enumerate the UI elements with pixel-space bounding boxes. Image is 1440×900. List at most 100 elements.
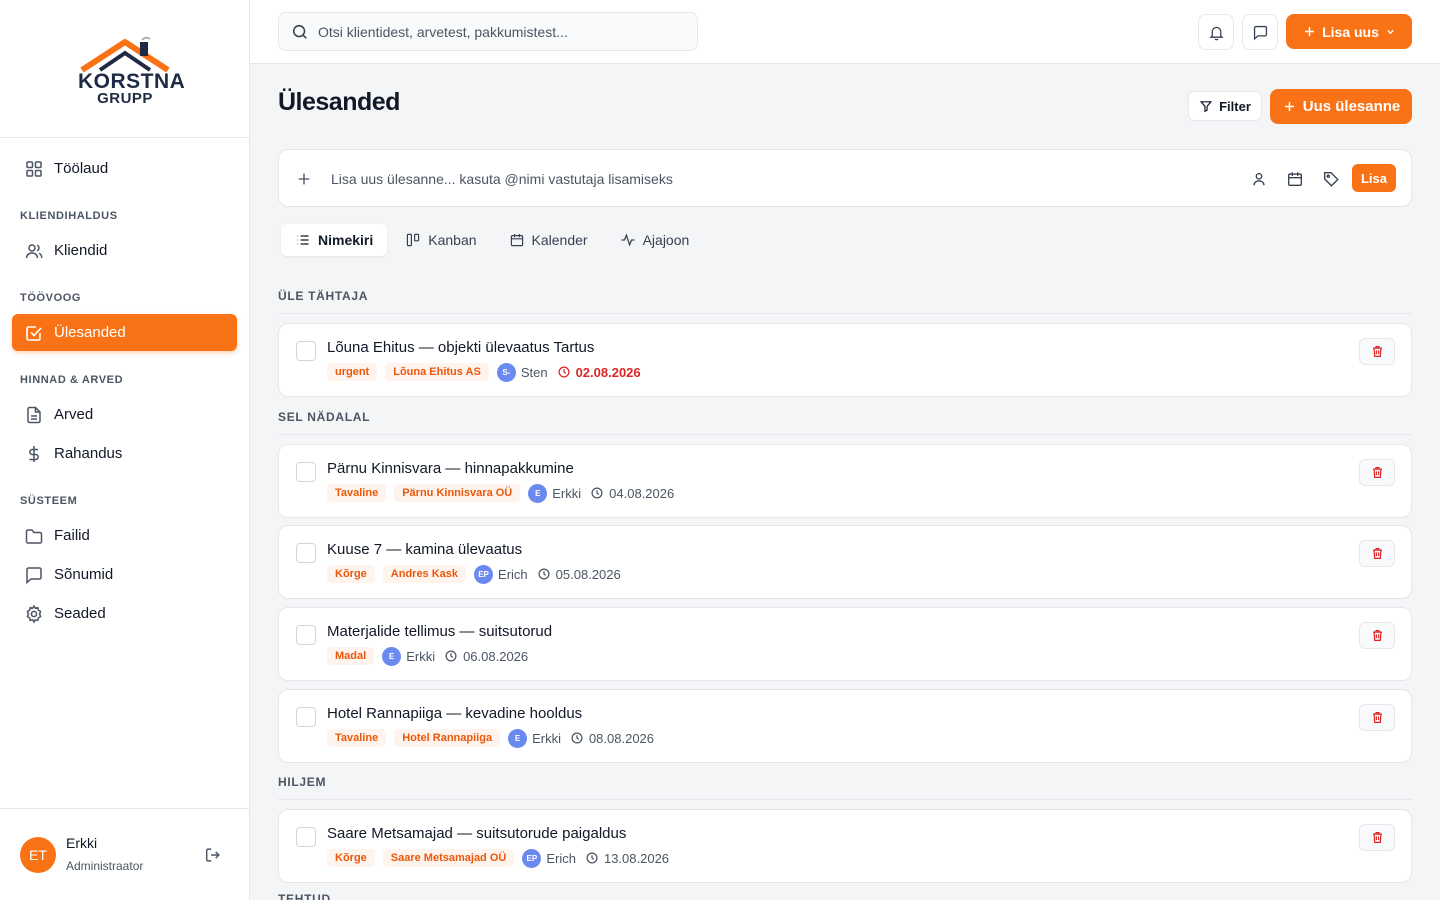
sidebar-item-sonumid[interactable]: Sõnumid bbox=[12, 556, 237, 593]
assignee-name: Erkki bbox=[552, 485, 582, 501]
logo-area: KORSTNA GRUPP bbox=[0, 0, 249, 138]
client-tag[interactable]: Saare Metsamajad OÜ bbox=[382, 849, 515, 867]
sidebar-item-label: Sõnumid bbox=[54, 566, 114, 583]
group-header-done: TEHTUD bbox=[278, 892, 331, 900]
filter-icon bbox=[1199, 101, 1213, 113]
sidebar-item-ulesanded[interactable]: Ülesanded bbox=[12, 314, 237, 351]
task-checkbox[interactable] bbox=[296, 707, 316, 727]
page-title: Ülesanded bbox=[278, 88, 400, 116]
sidebar-item-kliendid[interactable]: Kliendid bbox=[12, 232, 237, 269]
client-tag[interactable]: Lõuna Ehitus AS bbox=[385, 363, 489, 381]
task-card[interactable]: Kuuse 7 — kamina ülevaatus Kõrge Andres … bbox=[278, 525, 1412, 599]
priority-tag: urgent bbox=[327, 363, 378, 381]
task-checkbox[interactable] bbox=[296, 341, 316, 361]
bell-icon bbox=[1208, 26, 1224, 40]
filter-label: Filter bbox=[1219, 98, 1251, 114]
logout-icon[interactable] bbox=[204, 846, 222, 864]
task-checkbox[interactable] bbox=[296, 625, 316, 645]
task-checkbox[interactable] bbox=[296, 462, 316, 482]
priority-tag: Kõrge bbox=[327, 849, 375, 867]
sidebar-item-toolaud[interactable]: Töölaud bbox=[12, 150, 237, 187]
sidebar-item-label: Töölaud bbox=[54, 160, 109, 177]
task-checkbox[interactable] bbox=[296, 543, 316, 563]
tag-icon[interactable] bbox=[1322, 170, 1340, 188]
task-meta: Tavaline Hotel Rannapiiga E Erkki 08.08.… bbox=[327, 728, 654, 748]
group-header-overdue: ÜLE TÄHTAJA bbox=[278, 289, 1412, 314]
search-box[interactable] bbox=[278, 12, 698, 51]
task-meta: Madal E Erkki 06.08.2026 bbox=[327, 646, 528, 666]
task-card[interactable]: Saare Metsamajad — suitsutorude paigaldu… bbox=[278, 809, 1412, 883]
assignee-name: Sten bbox=[520, 364, 548, 380]
search-input[interactable] bbox=[318, 23, 678, 40]
assignee-avatar: S- bbox=[496, 362, 516, 382]
delete-task-button[interactable] bbox=[1359, 824, 1395, 851]
trash-icon bbox=[1372, 346, 1382, 357]
sidebar-item-seaded[interactable]: Seaded bbox=[12, 595, 237, 632]
task-title[interactable]: Saare Metsamajad — suitsutorude paigaldu… bbox=[327, 825, 626, 842]
task-card[interactable]: Lõuna Ehitus — objekti ülevaatus Tartus … bbox=[278, 323, 1412, 397]
clock-icon bbox=[586, 852, 598, 864]
tab-label: Kanban bbox=[428, 232, 477, 248]
sidebar: KORSTNA GRUPP Töölaud KLIENDIHALDUS Klie… bbox=[0, 0, 250, 900]
sidebar-item-label: Failid bbox=[54, 527, 90, 544]
sidebar-item-arved[interactable]: Arved bbox=[12, 396, 237, 433]
avatar[interactable]: ET bbox=[20, 837, 56, 873]
chat-icon bbox=[1253, 25, 1267, 40]
sidebar-item-failid[interactable]: Failid bbox=[12, 517, 237, 554]
quick-add-submit[interactable]: Lisa bbox=[1352, 164, 1396, 192]
assignee-avatar: EP bbox=[522, 848, 542, 868]
kanban-icon bbox=[407, 233, 420, 247]
trash-icon bbox=[1372, 467, 1382, 478]
person-icon[interactable] bbox=[1250, 170, 1268, 188]
assignee-name: Erkki bbox=[406, 648, 436, 664]
delete-task-button[interactable] bbox=[1359, 459, 1395, 486]
task-title[interactable]: Hotel Rannapiiga — kevadine hooldus bbox=[327, 705, 582, 722]
tab-ajajoon[interactable]: Ajajoon bbox=[606, 224, 704, 256]
client-tag[interactable]: Andres Kask bbox=[382, 565, 467, 583]
tab-kanban[interactable]: Kanban bbox=[391, 224, 490, 256]
new-task-label: Uus ülesanne bbox=[1302, 98, 1401, 115]
due-date: 02.08.2026 bbox=[575, 364, 641, 380]
task-checkbox[interactable] bbox=[296, 827, 316, 847]
task-title[interactable]: Materjalide tellimus — suitsutorud bbox=[327, 623, 552, 640]
filter-button[interactable]: Filter bbox=[1188, 91, 1262, 121]
check-square-icon bbox=[26, 325, 42, 341]
delete-task-button[interactable] bbox=[1359, 338, 1395, 365]
view-tabs: Nimekiri Kanban Kalender Ajajoon bbox=[278, 224, 707, 260]
task-meta: Tavaline Pärnu Kinnisvara OÜ E Erkki 04.… bbox=[327, 483, 674, 503]
trash-icon bbox=[1372, 548, 1382, 559]
section-susteem: SÜSTEEM bbox=[20, 495, 78, 507]
client-tag[interactable]: Pärnu Kinnisvara OÜ bbox=[394, 484, 521, 502]
delete-task-button[interactable] bbox=[1359, 704, 1395, 731]
task-title[interactable]: Kuuse 7 — kamina ülevaatus bbox=[327, 541, 522, 558]
new-task-button[interactable]: Uus ülesanne bbox=[1270, 89, 1412, 124]
delete-task-button[interactable] bbox=[1359, 622, 1395, 649]
task-title[interactable]: Lõuna Ehitus — objekti ülevaatus Tartus bbox=[327, 339, 594, 356]
task-title[interactable]: Pärnu Kinnisvara — hinnapakkumine bbox=[327, 460, 574, 477]
tab-label: Nimekiri bbox=[318, 232, 374, 248]
client-tag[interactable]: Hotel Rannapiiga bbox=[394, 729, 501, 747]
notifications-button[interactable] bbox=[1198, 14, 1234, 50]
add-new-button[interactable]: Lisa uus bbox=[1286, 14, 1412, 49]
task-card[interactable]: Materjalide tellimus — suitsutorud Madal… bbox=[278, 607, 1412, 681]
priority-tag: Tavaline bbox=[327, 484, 387, 502]
search-icon bbox=[292, 24, 307, 39]
tab-label: Kalender bbox=[531, 232, 588, 248]
tab-nimekiri[interactable]: Nimekiri bbox=[281, 224, 388, 256]
logo-house-icon bbox=[80, 36, 170, 73]
quick-add-input[interactable] bbox=[331, 168, 1131, 190]
sidebar-item-label: Arved bbox=[54, 406, 94, 423]
sidebar-item-rahandus[interactable]: Rahandus bbox=[12, 435, 237, 472]
assignee-avatar: E bbox=[508, 728, 528, 748]
sidebar-item-label: Ülesanded bbox=[54, 324, 126, 341]
user-panel: ET Erkki Administraator bbox=[0, 808, 249, 900]
tab-kalender[interactable]: Kalender bbox=[495, 224, 602, 256]
calendar-icon[interactable] bbox=[1286, 170, 1304, 188]
chevron-down-icon bbox=[1387, 29, 1394, 35]
task-card[interactable]: Hotel Rannapiiga — kevadine hooldus Tava… bbox=[278, 689, 1412, 763]
task-card[interactable]: Pärnu Kinnisvara — hinnapakkumine Tavali… bbox=[278, 444, 1412, 518]
section-hinnad-arved: HINNAD & ARVED bbox=[20, 374, 124, 386]
brand-logo[interactable]: KORSTNA GRUPP bbox=[78, 36, 185, 108]
delete-task-button[interactable] bbox=[1359, 540, 1395, 567]
messages-button[interactable] bbox=[1242, 14, 1278, 50]
